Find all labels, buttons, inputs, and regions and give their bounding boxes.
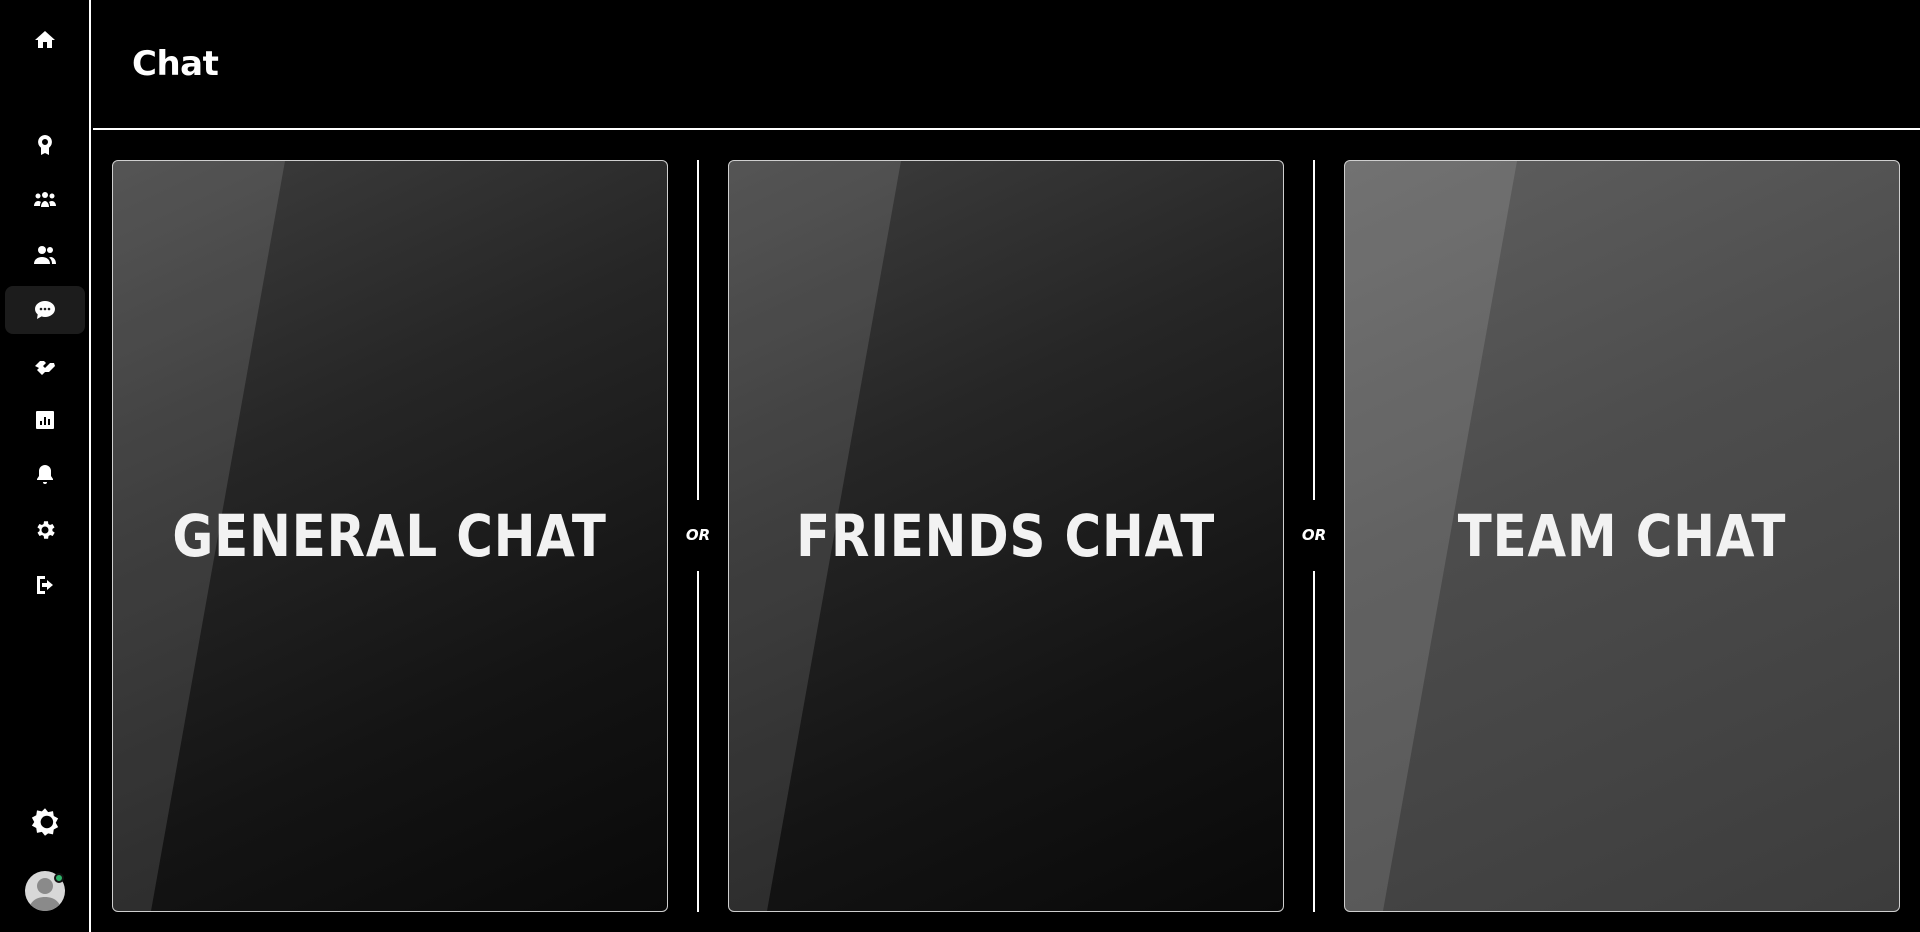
logout-icon [37,576,53,594]
award-icon [38,135,52,155]
general-chat-card[interactable]: GENERAL CHAT [112,160,668,912]
nav-teams[interactable] [5,176,85,224]
home-icon [35,31,55,48]
theme-toggle-icon [31,808,59,836]
friends-icon [34,246,56,264]
nav-friends[interactable] [5,231,85,279]
divider-line [697,160,699,500]
nav-deals[interactable] [5,341,85,389]
chat-icon [35,301,55,319]
nav-home[interactable] [5,16,85,64]
team-chat-card[interactable]: TEAM CHAT [1344,160,1900,912]
bell-icon [37,465,53,484]
nav-achievements[interactable] [5,121,85,169]
or-separator: OR [685,526,711,544]
stats-icon [36,411,54,429]
nav-chat[interactable] [5,286,85,334]
nav-settings[interactable] [5,506,85,554]
or-separator: OR [1301,526,1327,544]
friends-chat-label: FRIENDS CHAT [796,502,1216,570]
team-chat-label: TEAM CHAT [1457,502,1787,570]
nav-logout[interactable] [5,561,85,609]
divider-line [1313,160,1315,500]
page-header: Chat [93,0,1920,130]
gear-icon [37,521,55,539]
friends-chat-card[interactable]: FRIENDS CHAT [728,160,1284,912]
sidebar [0,0,91,932]
nav-notifications[interactable] [5,451,85,499]
teams-icon [34,192,56,207]
nav-stats[interactable] [5,396,85,444]
divider-line [697,571,699,912]
theme-toggle-button[interactable] [5,798,85,846]
general-chat-label: GENERAL CHAT [172,502,608,570]
divider-line [1313,571,1315,912]
handshake-icon [35,361,55,375]
online-status-dot [54,873,64,883]
page-title: Chat [132,44,219,84]
